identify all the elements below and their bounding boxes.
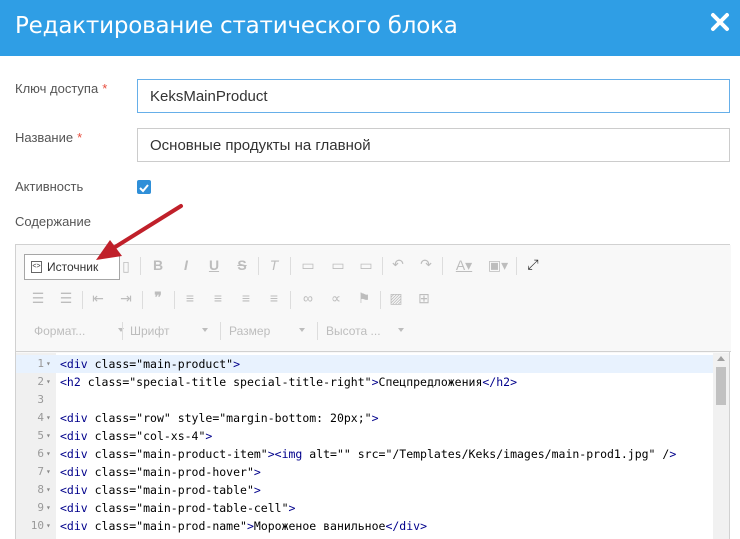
numbered-list-icon[interactable]: ☰ [30,290,46,307]
line-number: 7 [37,465,44,478]
line-number: 2 [37,375,44,388]
fold-arrow-icon[interactable]: ▾ [46,355,51,373]
code-line[interactable]: 9 ▾ <div class="main-prod-table-cell"> [16,499,713,517]
format-select[interactable]: Формат... [34,324,124,338]
close-icon[interactable] [710,10,730,34]
fold-arrow-icon[interactable]: ▾ [46,517,51,535]
code-text: <div class="main-prod-name">Мороженое ва… [60,519,428,533]
code-line[interactable]: 7 ▾ <div class="main-prod-hover"> [16,463,713,481]
name-input[interactable]: Основные продукты на главной [137,128,730,162]
align-left-icon[interactable]: ≡ [182,290,198,306]
maximize-icon[interactable]: ⤢ [524,256,542,273]
dialog-title: Редактирование статического блока [15,13,458,39]
align-right-icon[interactable]: ≡ [238,290,254,306]
fold-arrow-icon[interactable]: ▾ [46,499,51,517]
chevron-down-icon [202,328,208,332]
bullet-list-icon[interactable]: ☰ [58,290,74,307]
required-mark: * [102,81,108,96]
italic-icon[interactable]: I [178,257,194,273]
fold-arrow-icon[interactable]: ▾ [46,445,51,463]
code-text: <div class="main-product"> [60,357,241,371]
editor-toolbar: <> Источник ▯ B I U S T ▭ ▭ ▭ ↶ ↷ A▾ ▣▾ … [16,245,731,352]
underline-icon[interactable]: U [206,257,222,273]
content-label: Содержание [15,214,91,229]
code-line[interactable]: 10 ▾ <div class="main-prod-name">Мороженое… [16,517,713,535]
code-line[interactable]: 5 ▾ <div class="col-xs-4"> [16,427,713,445]
code-text: <div class="main-product-item"><img alt=… [60,447,677,461]
line-number: 6 [37,447,44,460]
paste-text-icon[interactable]: ▭ [330,257,346,274]
code-text: <h2 class="special-title special-title-r… [60,375,518,389]
code-line[interactable]: 2 ▾ <h2 class="special-title special-title… [16,373,713,391]
indent-icon[interactable]: ⇥ [118,290,134,307]
scroll-thumb[interactable] [716,367,726,405]
line-number: 5 [37,429,44,442]
chevron-down-icon [118,328,124,332]
line-number: 9 [37,501,44,514]
name-label: Название * [15,130,83,145]
scroll-up-icon[interactable] [717,356,725,361]
height-select[interactable]: Высота ... [326,324,406,338]
chevron-down-icon [299,328,305,332]
code-line[interactable]: 6 ▾ <div class="main-product-item"><img al… [16,445,713,463]
table-icon[interactable]: ⊞ [416,290,432,307]
chevron-down-icon [398,328,404,332]
outdent-icon[interactable]: ⇤ [90,290,106,307]
link-icon[interactable]: ∞ [300,290,316,306]
unlink-icon[interactable]: ∝ [328,290,344,307]
template-icon[interactable]: ▯ [118,258,134,275]
blockquote-icon[interactable]: ❞ [150,289,166,306]
paste-word-icon[interactable]: ▭ [358,257,374,274]
code-text: <div class="col-xs-4"> [60,429,213,443]
size-select[interactable]: Размер [229,324,309,338]
image-icon[interactable]: ▨ [388,290,404,307]
rich-text-editor: <> Источник ▯ B I U S T ▭ ▭ ▭ ↶ ↷ A▾ ▣▾ … [15,244,731,539]
line-number: 4 [37,411,44,424]
align-center-icon[interactable]: ≡ [210,290,226,306]
redo-icon[interactable]: ↷ [418,256,434,273]
source-icon: <> [31,261,42,273]
code-text: <div class="main-prod-table-cell"> [60,501,296,515]
anchor-flag-icon[interactable]: ⚑ [356,290,372,307]
fold-arrow-icon[interactable]: ▾ [46,463,51,481]
fold-arrow-icon[interactable]: ▾ [46,409,51,427]
line-number: 10 [30,519,44,532]
active-label: Активность [15,179,84,194]
active-checkbox[interactable] [137,180,151,194]
fold-arrow-icon[interactable]: ▾ [46,427,51,445]
code-line[interactable]: 1 ▾ <div class="main-product"> [16,355,713,373]
access-key-label: Ключ доступа * [15,81,108,96]
bold-icon[interactable]: B [150,257,166,273]
code-line[interactable]: 3 [16,391,713,409]
remove-format-icon[interactable]: T [266,257,282,273]
scrollbar[interactable] [713,353,729,539]
line-number: 3 [37,393,44,406]
code-line[interactable]: 4 ▾ <div class="row" style="margin-bottom:… [16,409,713,427]
code-text: <div class="row" style="margin-bottom: 2… [60,411,379,425]
fold-arrow-icon[interactable]: ▾ [46,373,51,391]
strike-icon[interactable]: S [234,257,250,273]
code-area[interactable]: 1 ▾ <div class="main-product"> 2 ▾ <h2 class=… [16,353,729,539]
align-justify-icon[interactable]: ≡ [266,290,282,306]
code-text: <div class="main-prod-table"> [60,483,261,497]
line-number: 1 [37,357,44,370]
code-text: <div class="main-prod-hover"> [60,465,261,479]
dialog-header: Редактирование статического блока [0,0,740,56]
undo-icon[interactable]: ↶ [390,256,406,273]
paste-icon[interactable]: ▭ [300,257,316,274]
fold-arrow-icon[interactable]: ▾ [46,481,51,499]
source-button[interactable]: <> Источник [24,254,120,280]
text-color-icon[interactable]: A▾ [452,257,476,274]
required-mark: * [77,130,83,145]
access-key-input[interactable]: KeksMainProduct [137,79,730,113]
code-line[interactable]: 8 ▾ <div class="main-prod-table"> [16,481,713,499]
line-number: 8 [37,483,44,496]
bg-color-icon[interactable]: ▣▾ [486,257,510,274]
check-icon [139,184,149,193]
font-select[interactable]: Шрифт [130,324,210,338]
